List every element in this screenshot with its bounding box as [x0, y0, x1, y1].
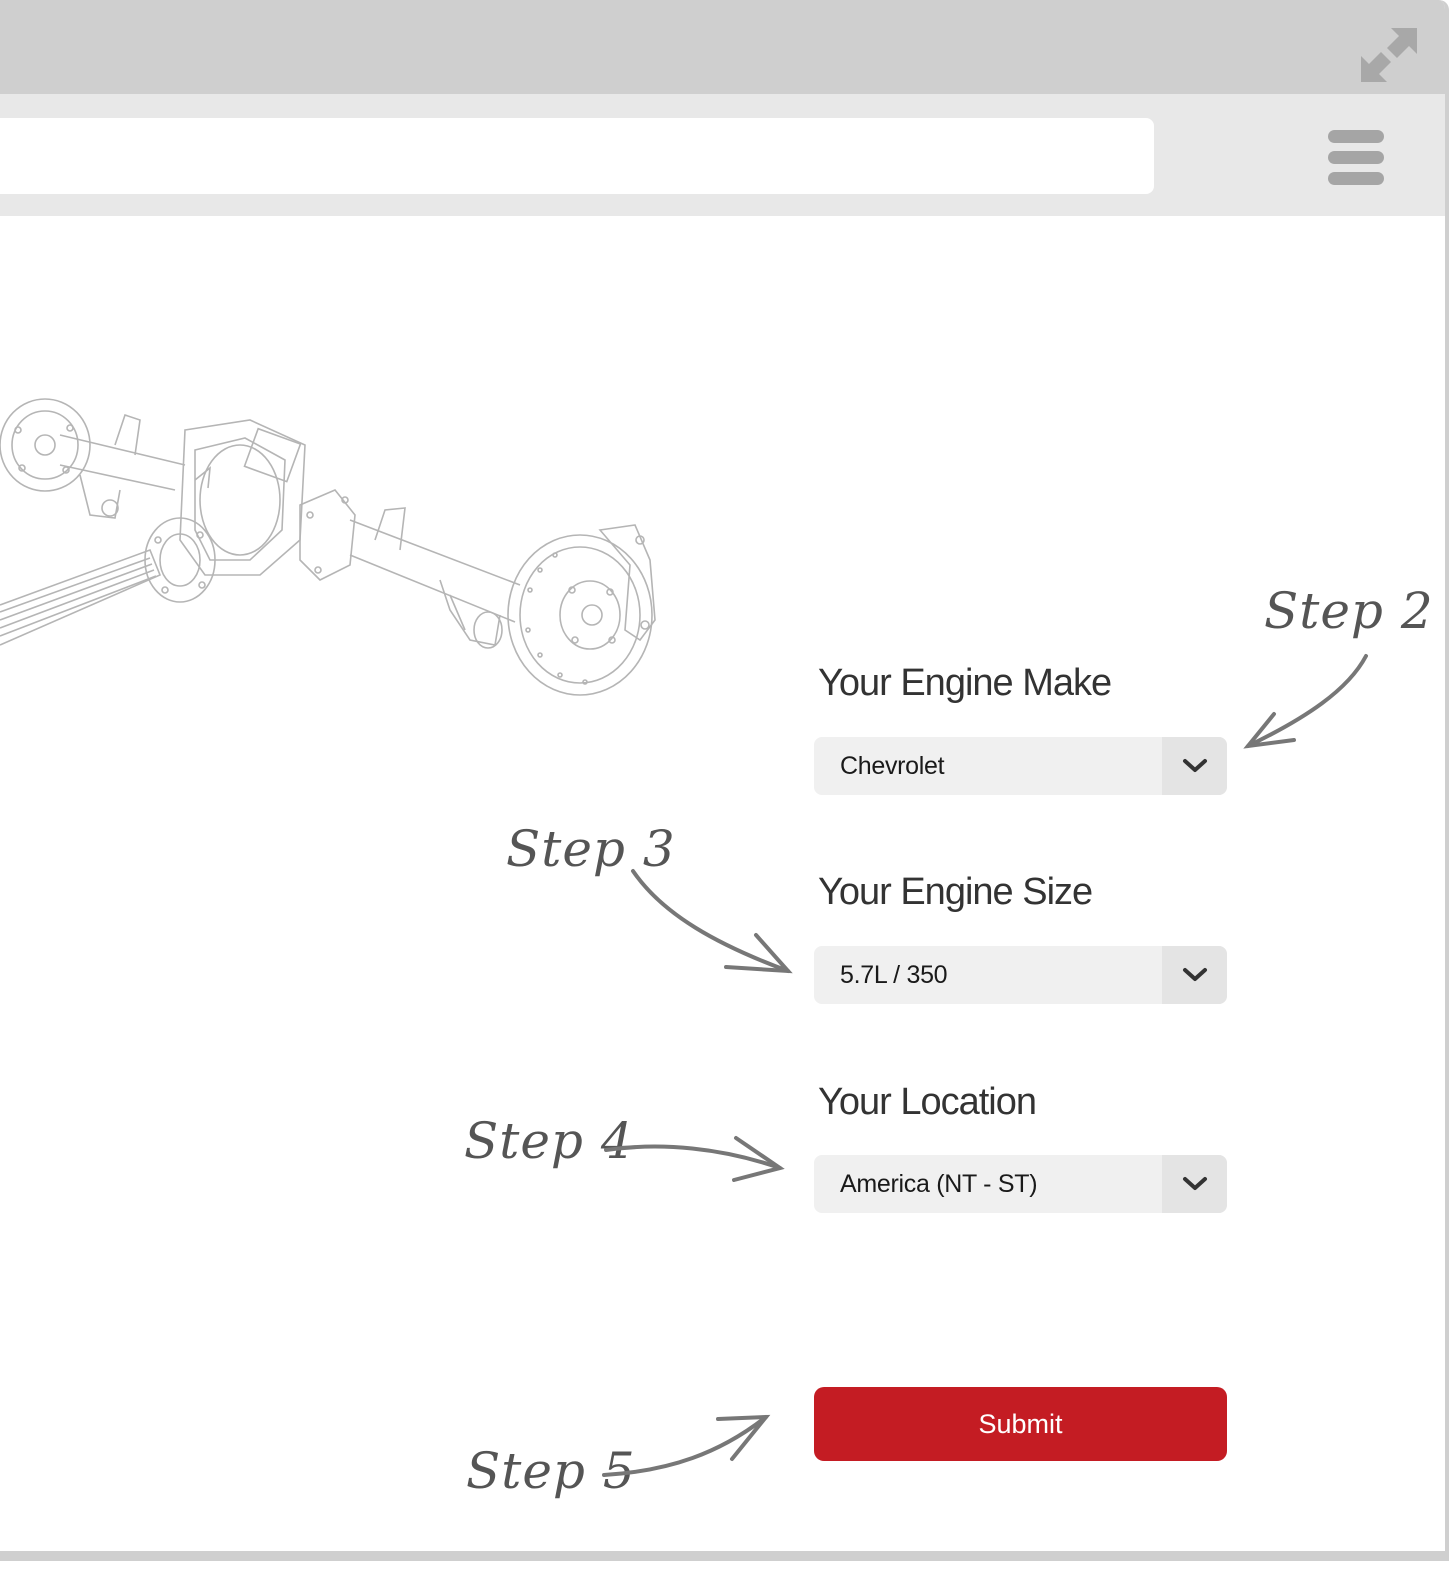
engine-make-select[interactable]: Chevrolet [814, 737, 1227, 795]
step-2-annotation: Step 2 [1264, 582, 1434, 640]
hamburger-menu-icon[interactable] [1328, 130, 1384, 186]
engine-make-dropdown-button[interactable] [1162, 737, 1227, 795]
chevron-down-icon [1182, 759, 1207, 772]
engine-make-label: Your Engine Make [818, 662, 1112, 704]
browser-window: Step 2 Step 3 Step 4 Step 5 Your Engine … [0, 0, 1449, 1561]
chevron-down-icon [1182, 1177, 1207, 1190]
step-4-arrow-icon [604, 1136, 785, 1182]
engine-size-value: 5.7L / 350 [840, 961, 948, 989]
step-3-arrow-icon [631, 869, 793, 974]
location-select[interactable]: America (NT - ST) [814, 1155, 1227, 1213]
location-dropdown-button[interactable] [1162, 1155, 1227, 1213]
location-label: Your Location [818, 1081, 1037, 1123]
step-2-arrow-icon [1243, 654, 1368, 749]
engine-size-label: Your Engine Size [818, 871, 1093, 913]
expand-icon[interactable] [1361, 28, 1417, 82]
submit-button[interactable]: Submit [814, 1387, 1227, 1461]
step-5-arrow-icon [602, 1414, 771, 1477]
engine-size-dropdown-button[interactable] [1162, 946, 1227, 1004]
chevron-down-icon [1182, 968, 1207, 981]
axle-illustration [0, 398, 656, 696]
address-bar[interactable] [0, 118, 1154, 194]
toolbar [0, 94, 1445, 216]
title-bar [0, 0, 1445, 94]
location-value: America (NT - ST) [840, 1170, 1038, 1198]
engine-make-value: Chevrolet [840, 752, 945, 780]
engine-size-select[interactable]: 5.7L / 350 [814, 946, 1227, 1004]
